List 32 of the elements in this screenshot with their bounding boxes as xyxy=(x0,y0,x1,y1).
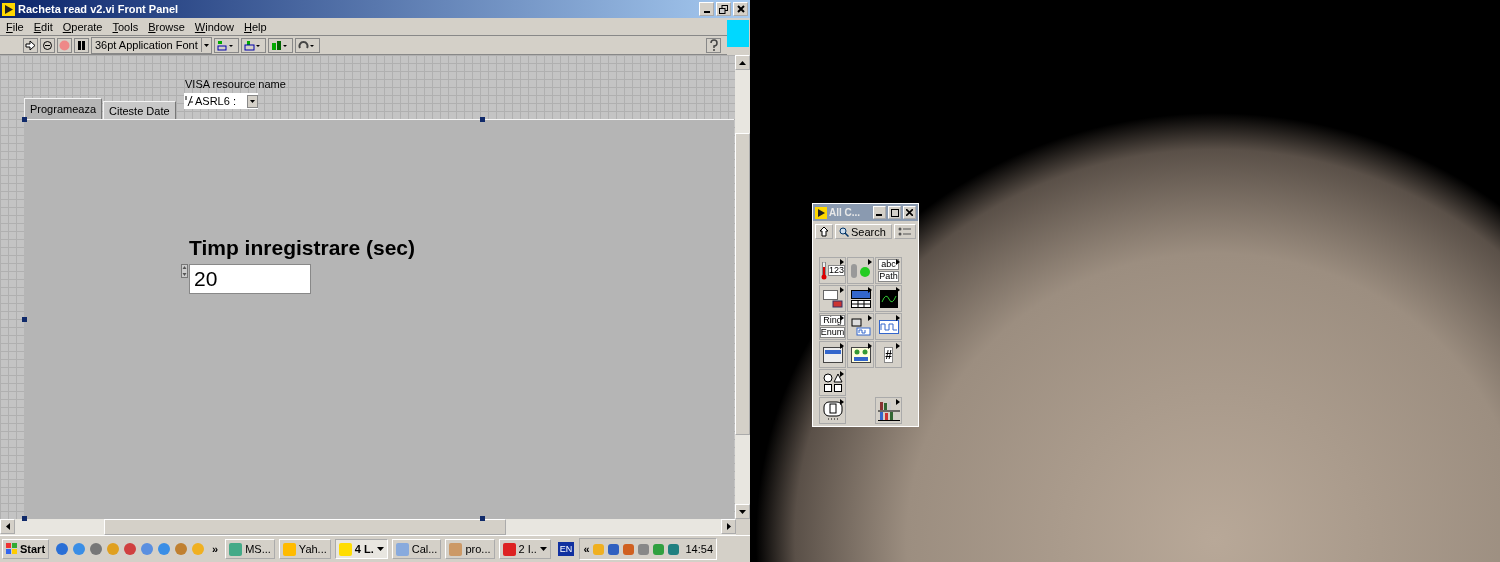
more-button[interactable]: » xyxy=(209,543,222,555)
tab[interactable]: Programeaza xyxy=(24,98,103,119)
palette-button[interactable]: Ring Enum xyxy=(819,313,846,340)
menu-item[interactable]: File xyxy=(6,20,24,33)
taskbar-button[interactable]: pro... xyxy=(445,539,495,559)
taskbar-button[interactable]: Yah... xyxy=(278,539,331,559)
menu-item[interactable]: Operate xyxy=(62,20,103,33)
menu-item[interactable]: Tools xyxy=(112,20,139,33)
search-button[interactable]: Search xyxy=(835,224,892,239)
tab[interactable]: Citeste Date xyxy=(103,101,176,119)
font-dropdown[interactable]: 36pt Application Font xyxy=(91,36,212,54)
menu-item[interactable]: Edit xyxy=(33,20,53,33)
palette-title: All C... xyxy=(829,207,862,218)
clock: 14:54 xyxy=(685,543,714,555)
palette-button[interactable]: # xyxy=(875,341,902,368)
taskbar-button[interactable]: 4 L. xyxy=(334,539,388,559)
control-label: VISA resource name xyxy=(185,78,286,90)
menu-item[interactable]: Browse xyxy=(148,20,185,33)
palette-button[interactable]: 123 xyxy=(819,257,846,284)
visa-resource-dropdown[interactable]: ASRL6 : xyxy=(184,93,258,109)
taskbar-button[interactable]: Cal... xyxy=(391,539,442,559)
tray-expand-button[interactable]: « xyxy=(583,543,590,555)
menu-item[interactable]: Help xyxy=(244,20,267,33)
palette-button[interactable]: abc Path xyxy=(875,257,902,284)
taskbar-button[interactable]: 2 I.. xyxy=(498,539,551,559)
language-indicator[interactable]: EN xyxy=(557,542,575,556)
menu-item[interactable]: Window xyxy=(194,20,234,33)
taskbar-button[interactable]: MS... xyxy=(225,539,275,559)
control-label: Timp inregistrare (sec) xyxy=(189,236,416,260)
numeric-field[interactable]: 20 xyxy=(189,264,311,294)
window-title: Racheta read v2.vi Front Panel xyxy=(18,3,180,15)
start-button[interactable]: Start xyxy=(2,539,50,559)
